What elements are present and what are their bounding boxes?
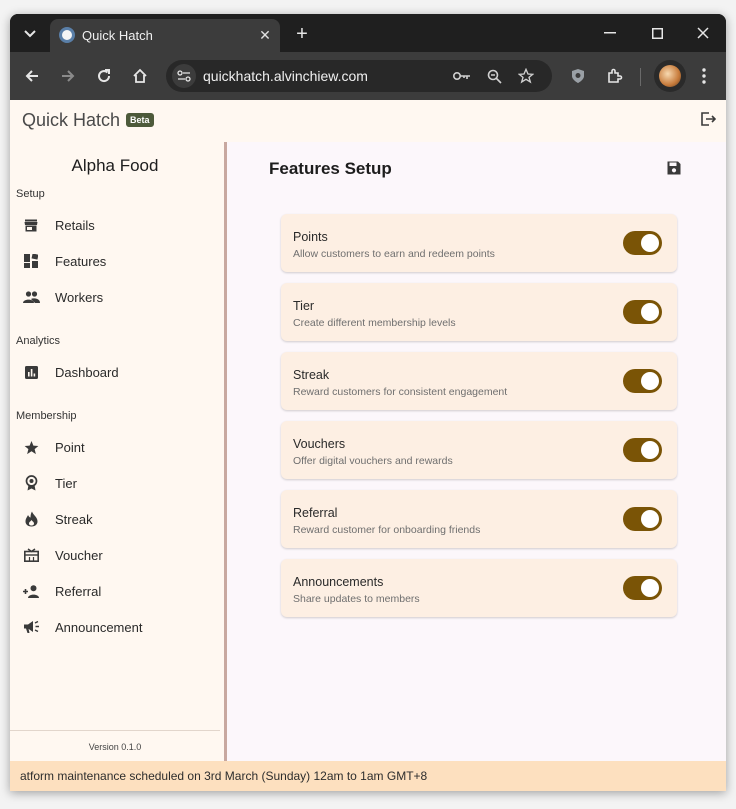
bookmark-star-icon[interactable] xyxy=(514,64,538,88)
app-bar: Quick Hatch Beta xyxy=(10,100,726,142)
sidebar-item-label: Workers xyxy=(55,289,104,305)
tab-strip: Quick Hatch ✕ + xyxy=(10,14,726,52)
sidebar-item-label: Announcement xyxy=(55,619,143,635)
add-person-icon xyxy=(22,582,40,600)
sidebar-item-workers[interactable]: Workers xyxy=(16,281,216,313)
extensions-puzzle-icon[interactable] xyxy=(601,62,629,90)
beta-badge: Beta xyxy=(126,113,154,127)
shield-extension-icon[interactable] xyxy=(564,62,592,90)
org-name: Alpha Food xyxy=(71,156,159,175)
feature-description: Share updates to members xyxy=(293,593,420,605)
close-window-icon[interactable] xyxy=(686,19,720,47)
tier-toggle[interactable] xyxy=(623,300,662,324)
brand-title[interactable]: Quick Hatch xyxy=(22,110,120,131)
app-root: Quick Hatch Beta Alpha Food Setup Retail… xyxy=(10,100,726,791)
home-icon[interactable] xyxy=(126,62,154,90)
browser-window: Quick Hatch ✕ + quickhatch.alvinchiew.co… xyxy=(10,14,726,791)
tab-close-icon[interactable]: ✕ xyxy=(254,24,276,46)
sidebar: Alpha Food Setup Retails Features Worker… xyxy=(10,142,224,791)
feature-title: Tier xyxy=(293,299,315,313)
version-text: Version 0.1.0 xyxy=(88,742,142,752)
sidebar-item-features[interactable]: Features xyxy=(16,245,216,277)
feature-title: Points xyxy=(293,230,328,244)
site-info-icon[interactable] xyxy=(172,64,196,88)
feature-description: Reward customer for onboarding friends xyxy=(293,524,481,536)
sidebar-item-point[interactable]: Point xyxy=(16,431,216,463)
feature-card-announcements: Announcements Share updates to members xyxy=(281,559,677,617)
referral-toggle[interactable] xyxy=(623,507,662,531)
feature-description: Offer digital vouchers and rewards xyxy=(293,455,453,467)
section-label-analytics: Analytics xyxy=(16,335,61,347)
favicon-icon xyxy=(59,27,75,43)
streak-toggle[interactable] xyxy=(623,369,662,393)
megaphone-icon xyxy=(22,618,40,636)
feature-card-vouchers: Vouchers Offer digital vouchers and rewa… xyxy=(281,421,677,479)
voucher-icon xyxy=(22,546,40,564)
star-icon xyxy=(22,438,40,456)
medal-icon xyxy=(22,474,40,492)
password-key-icon[interactable] xyxy=(450,64,474,88)
sidebar-item-label: Voucher xyxy=(55,547,103,563)
section-label-membership: Membership xyxy=(16,410,77,422)
sidebar-footer-divider xyxy=(10,730,220,731)
sidebar-item-voucher[interactable]: Voucher xyxy=(16,539,216,571)
back-icon[interactable] xyxy=(18,62,46,90)
feature-card-referral: Referral Reward customer for onboarding … xyxy=(281,490,677,548)
zoom-icon[interactable] xyxy=(482,64,506,88)
profile-avatar[interactable] xyxy=(654,60,686,92)
people-icon xyxy=(22,288,40,306)
maintenance-banner: atform maintenance scheduled on 3rd Marc… xyxy=(10,761,726,791)
feature-card-streak: Streak Reward customers for consistent e… xyxy=(281,352,677,410)
address-bar[interactable]: quickhatch.alvinchiew.com xyxy=(166,60,552,92)
feature-card-points: Points Allow customers to earn and redee… xyxy=(281,214,677,272)
sidebar-item-label: Streak xyxy=(55,511,93,527)
sidebar-item-label: Referral xyxy=(55,583,102,599)
flame-icon xyxy=(22,510,40,528)
feature-description: Reward customers for consistent engageme… xyxy=(293,386,508,398)
banner-text: atform maintenance scheduled on 3rd Marc… xyxy=(20,769,428,783)
minimize-icon[interactable] xyxy=(593,19,627,47)
sidebar-item-dashboard[interactable]: Dashboard xyxy=(16,356,216,388)
store-icon xyxy=(22,216,40,234)
tab-search-icon[interactable] xyxy=(18,22,42,46)
main-content: Features Setup Points Allow customers to… xyxy=(227,142,726,761)
chart-icon xyxy=(22,363,40,381)
sidebar-item-streak[interactable]: Streak xyxy=(16,503,216,535)
feature-title: Announcements xyxy=(293,575,384,589)
url-text: quickhatch.alvinchiew.com xyxy=(203,68,368,84)
browser-menu-icon[interactable] xyxy=(690,62,718,90)
reload-icon[interactable] xyxy=(90,62,118,90)
save-icon[interactable] xyxy=(667,161,683,177)
sidebar-item-announcement[interactable]: Announcement xyxy=(16,611,216,643)
new-tab-icon[interactable]: + xyxy=(290,22,314,46)
page-title: Features Setup xyxy=(269,159,392,178)
points-toggle[interactable] xyxy=(623,231,662,255)
browser-toolbar: quickhatch.alvinchiew.com xyxy=(10,52,726,100)
feature-title: Streak xyxy=(293,368,330,382)
browser-tab[interactable]: Quick Hatch ✕ xyxy=(50,19,280,52)
tab-title: Quick Hatch xyxy=(82,28,153,43)
announcements-toggle[interactable] xyxy=(623,576,662,600)
feature-title: Referral xyxy=(293,506,338,520)
dashboard-tiles-icon xyxy=(22,252,40,270)
sidebar-item-label: Features xyxy=(55,253,107,269)
vouchers-toggle[interactable] xyxy=(623,438,662,462)
feature-description: Create different membership levels xyxy=(293,317,456,329)
sidebar-item-referral[interactable]: Referral xyxy=(16,575,216,607)
maximize-icon[interactable] xyxy=(640,19,674,47)
forward-icon[interactable] xyxy=(54,62,82,90)
sidebar-item-label: Retails xyxy=(55,217,95,233)
sidebar-item-label: Dashboard xyxy=(55,364,119,380)
sidebar-item-label: Point xyxy=(55,439,85,455)
feature-description: Allow customers to earn and redeem point… xyxy=(293,248,495,260)
sidebar-item-label: Tier xyxy=(55,475,77,491)
feature-card-tier: Tier Create different membership levels xyxy=(281,283,677,341)
sidebar-item-tier[interactable]: Tier xyxy=(16,467,216,499)
toolbar-separator xyxy=(640,68,641,86)
logout-icon[interactable] xyxy=(700,111,718,129)
section-label-setup: Setup xyxy=(16,188,45,200)
sidebar-item-retails[interactable]: Retails xyxy=(16,209,216,241)
feature-title: Vouchers xyxy=(293,437,346,451)
